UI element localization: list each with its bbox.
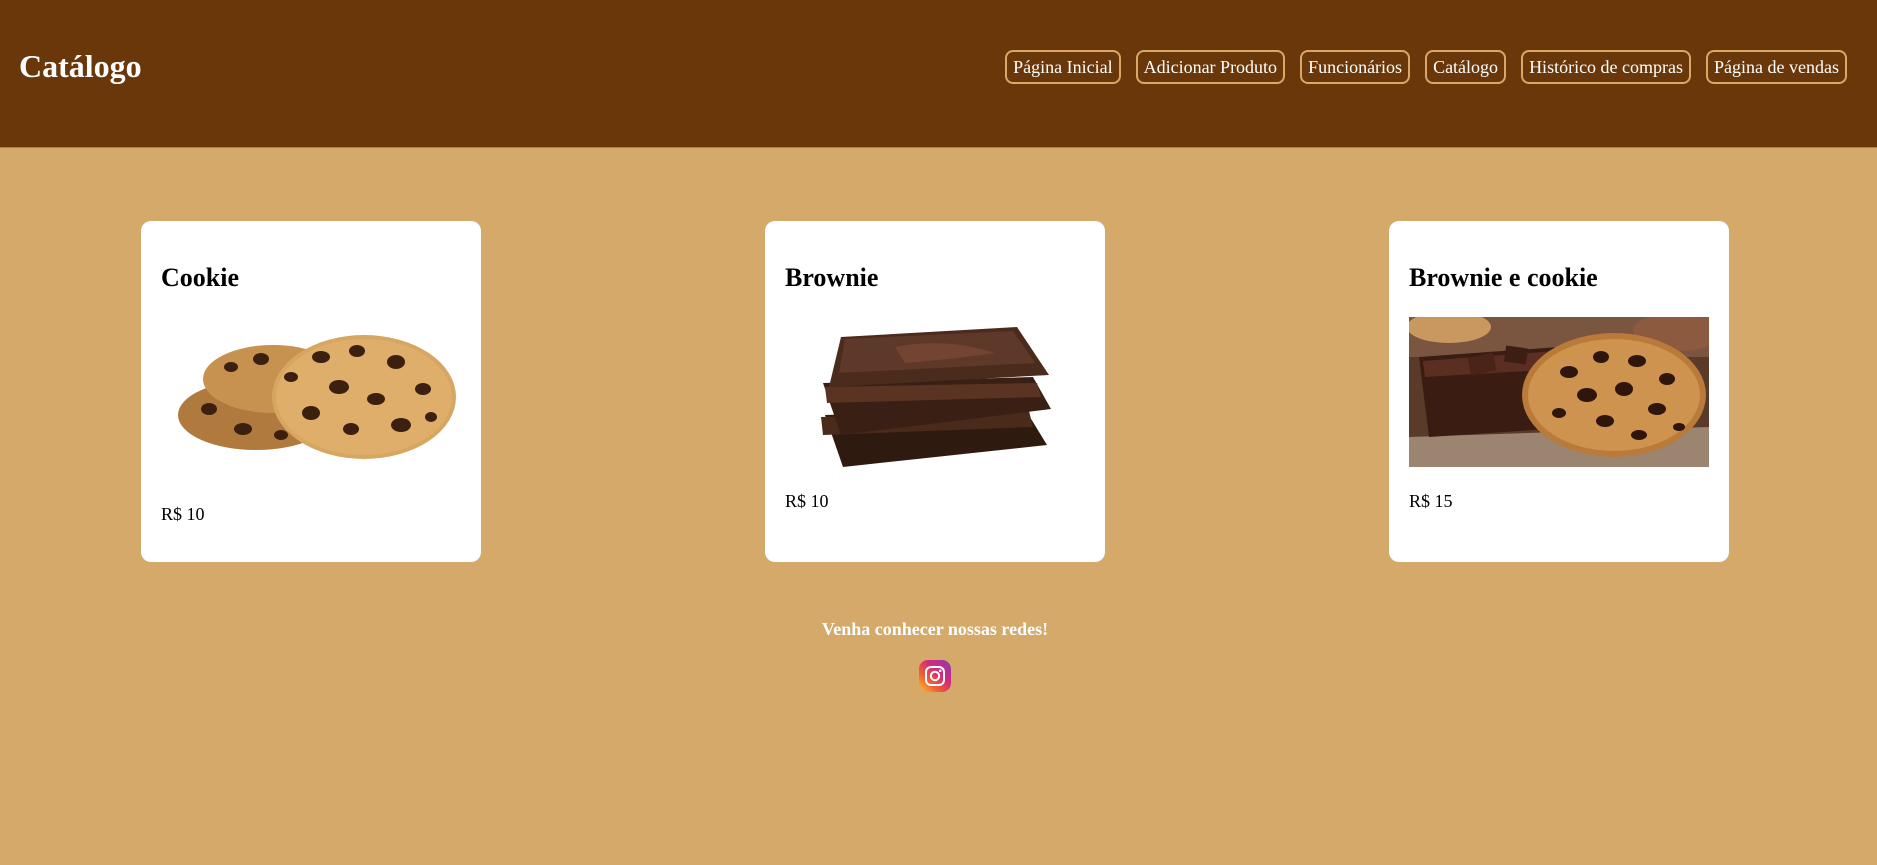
site-header: Catálogo Página Inicial Adicionar Produt… [0,0,1877,148]
nav-purchase-history[interactable]: Histórico de compras [1521,50,1692,84]
product-name: Brownie [785,263,879,292]
instagram-glyph-icon [925,666,945,686]
cookie-image [178,335,456,459]
product-card-brownie: Brownie R$ 10 [765,221,1105,562]
product-name: Cookie [161,263,239,292]
product-card-brownie-e-cookie: Brownie e cookie R$ 15 [1389,221,1729,562]
nav-catalog[interactable]: Catálogo [1425,50,1507,84]
brownie-and-cookie-image [1409,317,1709,467]
page-title: Catálogo [19,48,142,84]
nav-add-product[interactable]: Adicionar Produto [1135,50,1286,84]
product-card-cookie: Cookie R$ 10 [141,221,481,562]
footer-social-text: Venha conhecer nossas redes! [821,619,1049,639]
product-price: R$ 10 [161,504,205,524]
product-name: Brownie e cookie [1409,263,1598,292]
product-price: R$ 10 [785,491,829,511]
nav-sales-page[interactable]: Página de vendas [1706,50,1847,84]
product-price: R$ 15 [1409,491,1453,511]
brownie-image [821,327,1051,467]
main-nav: Página Inicial Adicionar Produto Funcion… [1005,50,1847,84]
nav-employees[interactable]: Funcionários [1300,50,1411,84]
instagram-icon[interactable] [919,660,951,692]
nav-home[interactable]: Página Inicial [1005,50,1121,84]
